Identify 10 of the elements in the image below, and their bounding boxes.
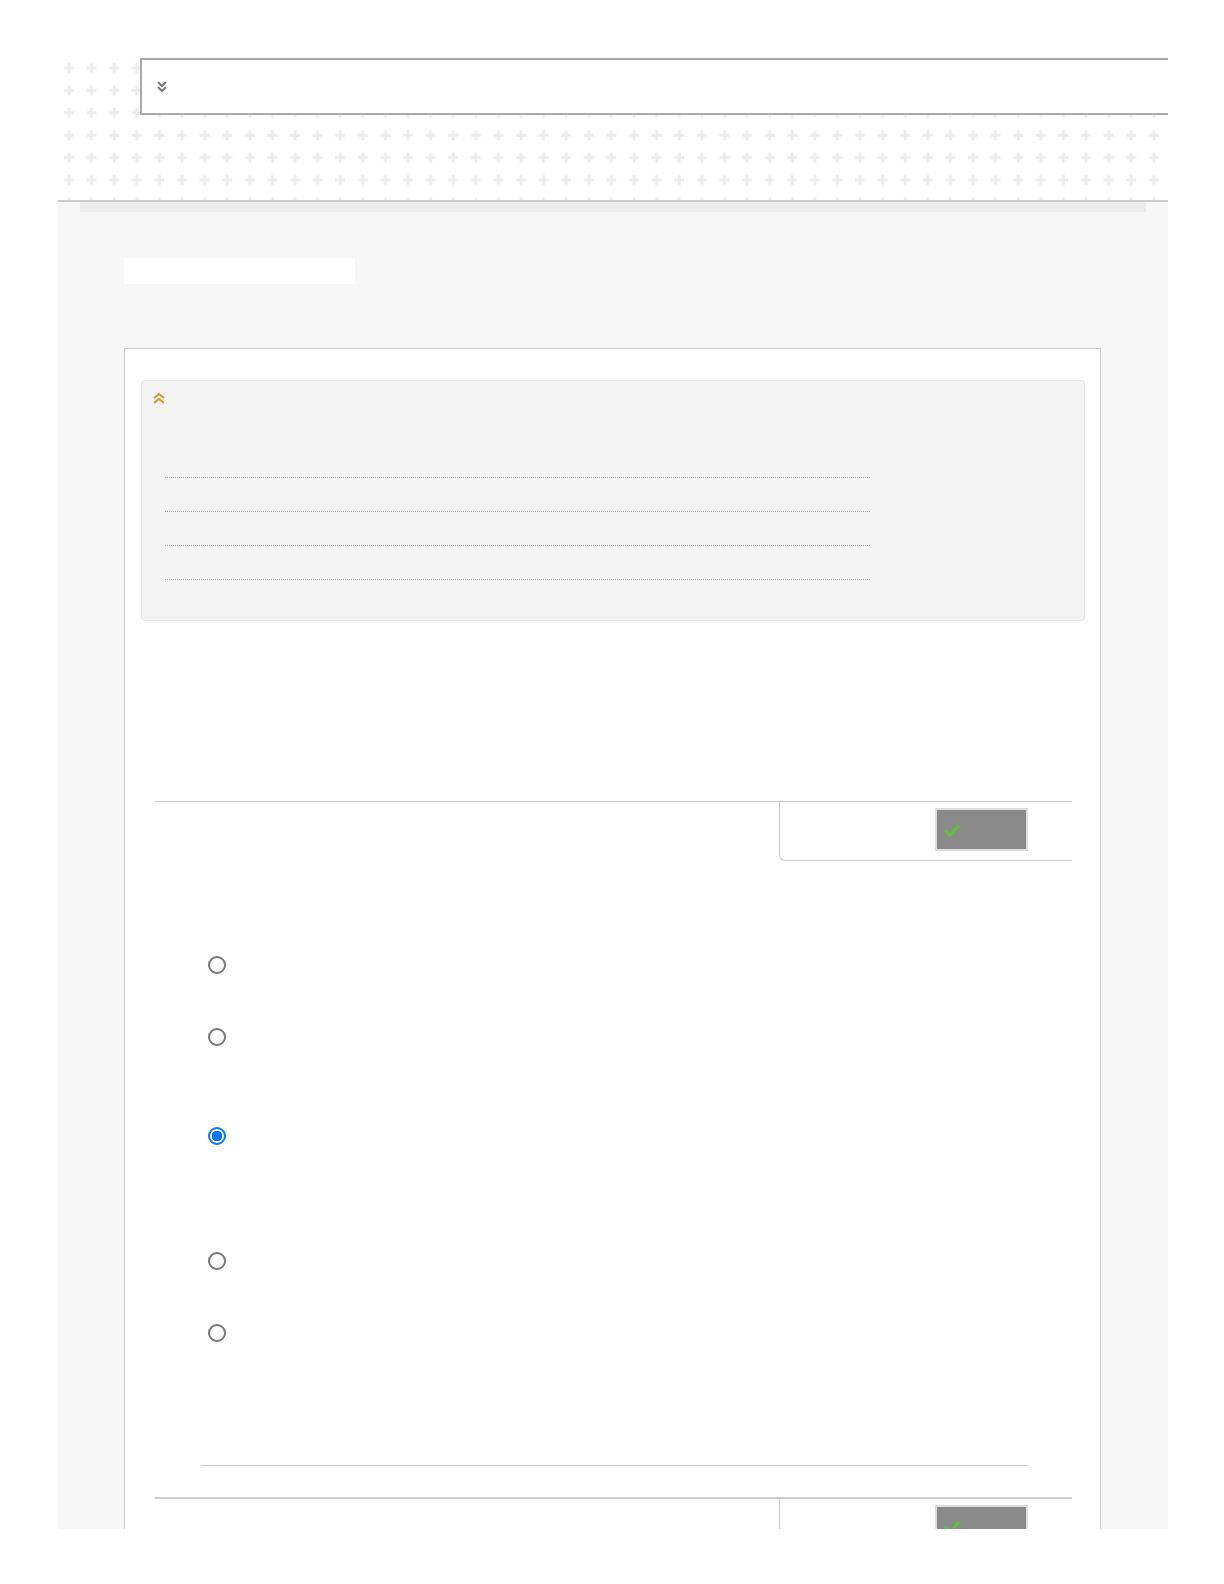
checkmark-icon <box>943 822 961 837</box>
radio-button[interactable] <box>208 1252 226 1270</box>
check-button[interactable] <box>935 808 1028 851</box>
radio-button[interactable] <box>208 956 226 974</box>
checkmark-icon <box>943 1519 961 1529</box>
radio-button[interactable] <box>208 1028 226 1046</box>
radio-button[interactable] <box>208 1324 226 1342</box>
chevron-up-icon[interactable] <box>152 392 166 405</box>
radio-button[interactable] <box>208 1127 226 1145</box>
chevron-down-icon[interactable] <box>156 80 168 93</box>
